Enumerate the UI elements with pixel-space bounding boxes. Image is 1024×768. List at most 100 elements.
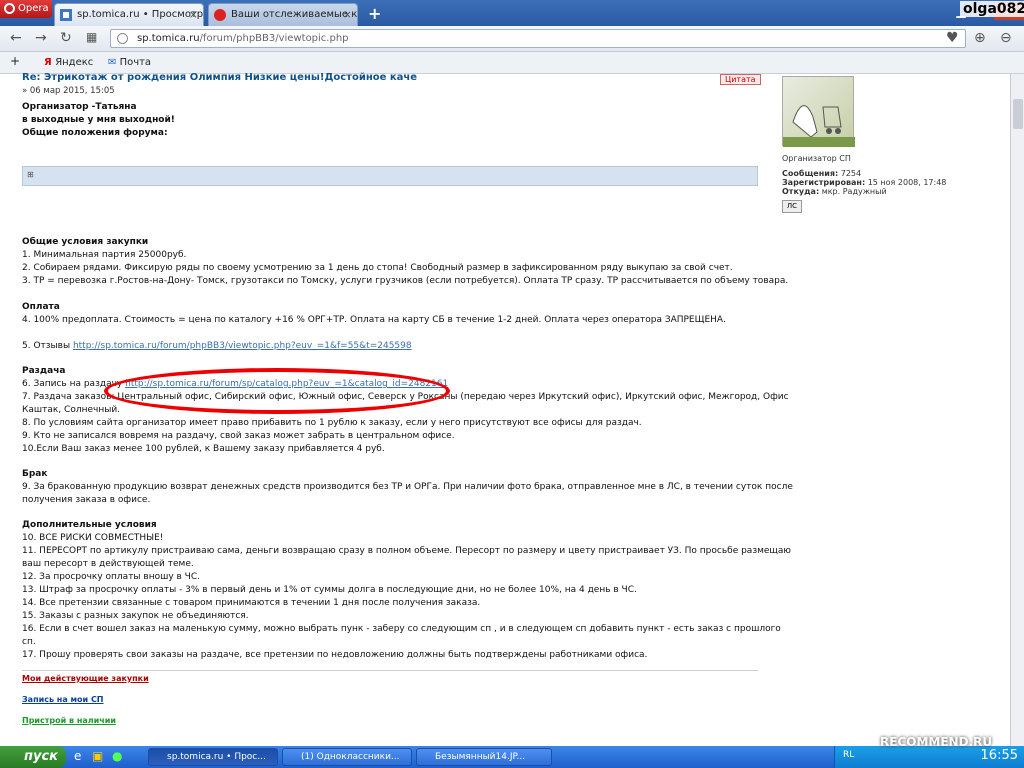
- new-tab-icon[interactable]: +: [368, 4, 381, 23]
- attach-label: Пристрой в наличии: [22, 716, 116, 725]
- opera-menu-button[interactable]: Opera: [0, 0, 52, 18]
- signup-label: Запись на мои СП: [22, 695, 104, 704]
- opera-menu-label: Opera: [18, 3, 49, 14]
- terms-1: 1. Минимальная партия 25000руб.: [22, 250, 187, 260]
- bookmark-mail[interactable]: ✉ Почта: [108, 57, 151, 68]
- ie-icon[interactable]: e: [74, 749, 81, 763]
- reload-icon[interactable]: ↻: [60, 30, 72, 46]
- delivery-header: Раздача: [22, 366, 66, 376]
- heart-icon[interactable]: ♥: [946, 30, 959, 46]
- defect-2: получения заказа в офисе.: [22, 495, 151, 505]
- lang-indicator[interactable]: RL: [843, 750, 854, 760]
- tab-close-icon[interactable]: ×: [189, 4, 198, 26]
- back-icon[interactable]: ←: [10, 30, 22, 46]
- yandex-icon: Я: [44, 57, 56, 68]
- page-scrollbar[interactable]: [1010, 74, 1024, 746]
- general-rules: Общие положения форума:: [22, 128, 168, 138]
- url-domain: sp.tomica.ru: [137, 33, 200, 44]
- opera-logo-icon: [4, 3, 15, 14]
- delivery-2: Каштак, Солнечный.: [22, 405, 121, 415]
- reviews-link[interactable]: http://sp.tomica.ru/forum/phpBB3/viewtop…: [73, 341, 412, 351]
- notifications-favicon-icon: [214, 9, 226, 21]
- extra-8: 16. Если в счет вошел заказ на маленькую…: [22, 624, 781, 634]
- taskbar-item-opera[interactable]: sp.tomica.ru • Прос...: [148, 748, 278, 766]
- payment-header: Оплата: [22, 302, 60, 312]
- tab-active[interactable]: sp.tomica.ru • Просмотр те ×: [54, 3, 204, 26]
- quote-button[interactable]: Цитата: [720, 74, 761, 85]
- messages-value: 7254: [840, 169, 862, 178]
- payment-text: 4. 100% предоплата. Стоимость = цена по …: [22, 315, 726, 325]
- registered-label: Зарегистрирован:: [782, 178, 866, 187]
- taskbar-item-image[interactable]: Безымянный14.JP...: [416, 748, 552, 766]
- red-annotation-ellipse: [104, 368, 450, 414]
- tab-close-icon[interactable]: ×: [343, 4, 352, 26]
- avatar[interactable]: [782, 76, 855, 147]
- user-label: olga0822: [960, 1, 1024, 17]
- avatar-image-icon: [783, 105, 855, 147]
- from-value: мкр. Радужный: [821, 187, 887, 196]
- task-label: (1) Одноклассники...: [301, 752, 400, 762]
- system-tray: RL 16:55: [834, 746, 1024, 768]
- extra-9: сп.: [22, 637, 36, 647]
- screen: Opera sp.tomica.ru • Просмотр те × Ваши …: [0, 0, 1024, 768]
- spoiler-box[interactable]: ⊞: [22, 166, 758, 186]
- delivery-5: 10.Если Ваш заказ менее 100 рублей, к Ва…: [22, 444, 385, 454]
- speed-dial-icon[interactable]: ▦: [86, 30, 97, 44]
- profile-role: Организатор СП: [782, 154, 851, 163]
- bookmark-label: Яндекс: [55, 57, 94, 68]
- extra-2: 11. ПЕРЕСОРТ по артикулу пристраиваю сам…: [22, 546, 791, 556]
- extra-3: ваш пересорт в действующей теме.: [22, 559, 194, 569]
- signup-link[interactable]: Запись на мои СП: [22, 695, 104, 704]
- menu-icon[interactable]: ⊖: [1000, 30, 1012, 46]
- pm-button[interactable]: ЛС: [782, 200, 802, 213]
- url-path: /forum/phpBB3/viewtopic.php: [199, 33, 349, 44]
- reviews-line: 5. Отзывы http://sp.tomica.ru/forum/phpB…: [22, 341, 412, 351]
- task-label: Безымянный14.JP...: [435, 752, 526, 762]
- profile-from: Откуда: мкр. Радужный: [782, 187, 887, 196]
- tab-bar: Opera sp.tomica.ru • Просмотр те × Ваши …: [0, 0, 1024, 26]
- tab-inactive[interactable]: Ваши отслеживаемые комм ×: [208, 3, 358, 26]
- bookmark-yandex[interactable]: Я Яндекс: [44, 57, 93, 68]
- from-label: Откуда:: [782, 187, 820, 196]
- post-title[interactable]: Re: Этрикотаж от рождения Олимпия Низкие…: [22, 72, 417, 83]
- divider: [22, 670, 758, 671]
- globe-icon: [117, 33, 128, 44]
- extra-header: Дополнительные условия: [22, 520, 157, 530]
- site-favicon-icon: [60, 9, 72, 21]
- start-button[interactable]: пуск: [0, 746, 66, 768]
- watermark: RECOMMEND.RU: [880, 735, 993, 749]
- taskbar: пуск e ▣ ● sp.tomica.ru • Прос... (1) Од…: [0, 746, 1024, 768]
- app-icon[interactable]: ●: [112, 749, 122, 763]
- extra-7: 15. Заказы с разных закупок не объединяю…: [22, 611, 249, 621]
- terms-3: 3. ТР = перевозка г.Ростов-на-Дону- Томс…: [22, 276, 789, 286]
- delivery-4: 9. Кто не записался вовремя на раздачу, …: [22, 431, 455, 441]
- scroll-thumb[interactable]: [1013, 99, 1023, 129]
- extra-6: 14. Все претензии связанные с товаром пр…: [22, 598, 481, 608]
- address-bar: ← → ↻ ▦ sp.tomica.ru/forum/phpBB3/viewto…: [0, 26, 1024, 52]
- tab-label: Ваши отслеживаемые комм: [231, 9, 358, 20]
- forward-icon[interactable]: →: [35, 30, 47, 46]
- mail-icon: ✉: [108, 57, 120, 68]
- download-icon[interactable]: ⊕: [974, 30, 986, 46]
- start-label: пуск: [24, 749, 58, 764]
- defect-1: 9. За бракованную продукцию возврат дене…: [22, 482, 793, 492]
- extra-10: 17. Прошу проверять свои заказы на разда…: [22, 650, 648, 660]
- messages-label: Сообщения:: [782, 169, 839, 178]
- tab-label: sp.tomica.ru • Просмотр те: [77, 9, 204, 20]
- url-field[interactable]: sp.tomica.ru/forum/phpBB3/viewtopic.php: [110, 29, 966, 48]
- forum-page: Re: Этрикотаж от рождения Олимпия Низкие…: [0, 72, 1024, 746]
- attach-link[interactable]: Пристрой в наличии: [22, 716, 116, 725]
- weekend-line: в выходные у мня выходной!: [22, 115, 175, 125]
- extra-4: 12. За просрочку оплаты вношу в ЧС.: [22, 572, 200, 582]
- extra-1: 10. ВСЕ РИСКИ СОВМЕСТНЫЕ!: [22, 533, 164, 543]
- add-bookmark-icon[interactable]: +: [10, 54, 20, 68]
- bookmarks-bar: + Я Яндекс ✉ Почта: [0, 52, 1024, 74]
- my-purchases-link[interactable]: Мои действующие закупки: [22, 674, 149, 683]
- folder-icon[interactable]: ▣: [92, 749, 103, 763]
- taskbar-item-ok[interactable]: (1) Одноклассники...: [282, 748, 412, 766]
- delivery-3: 8. По условиям сайта организатор имеет п…: [22, 418, 642, 428]
- task-label: sp.tomica.ru • Прос...: [167, 752, 266, 762]
- registered-value: 15 ноя 2008, 17:48: [867, 178, 947, 187]
- spoiler-expand-icon: ⊞: [27, 170, 34, 179]
- post-meta: » 06 мар 2015, 15:05: [22, 86, 115, 96]
